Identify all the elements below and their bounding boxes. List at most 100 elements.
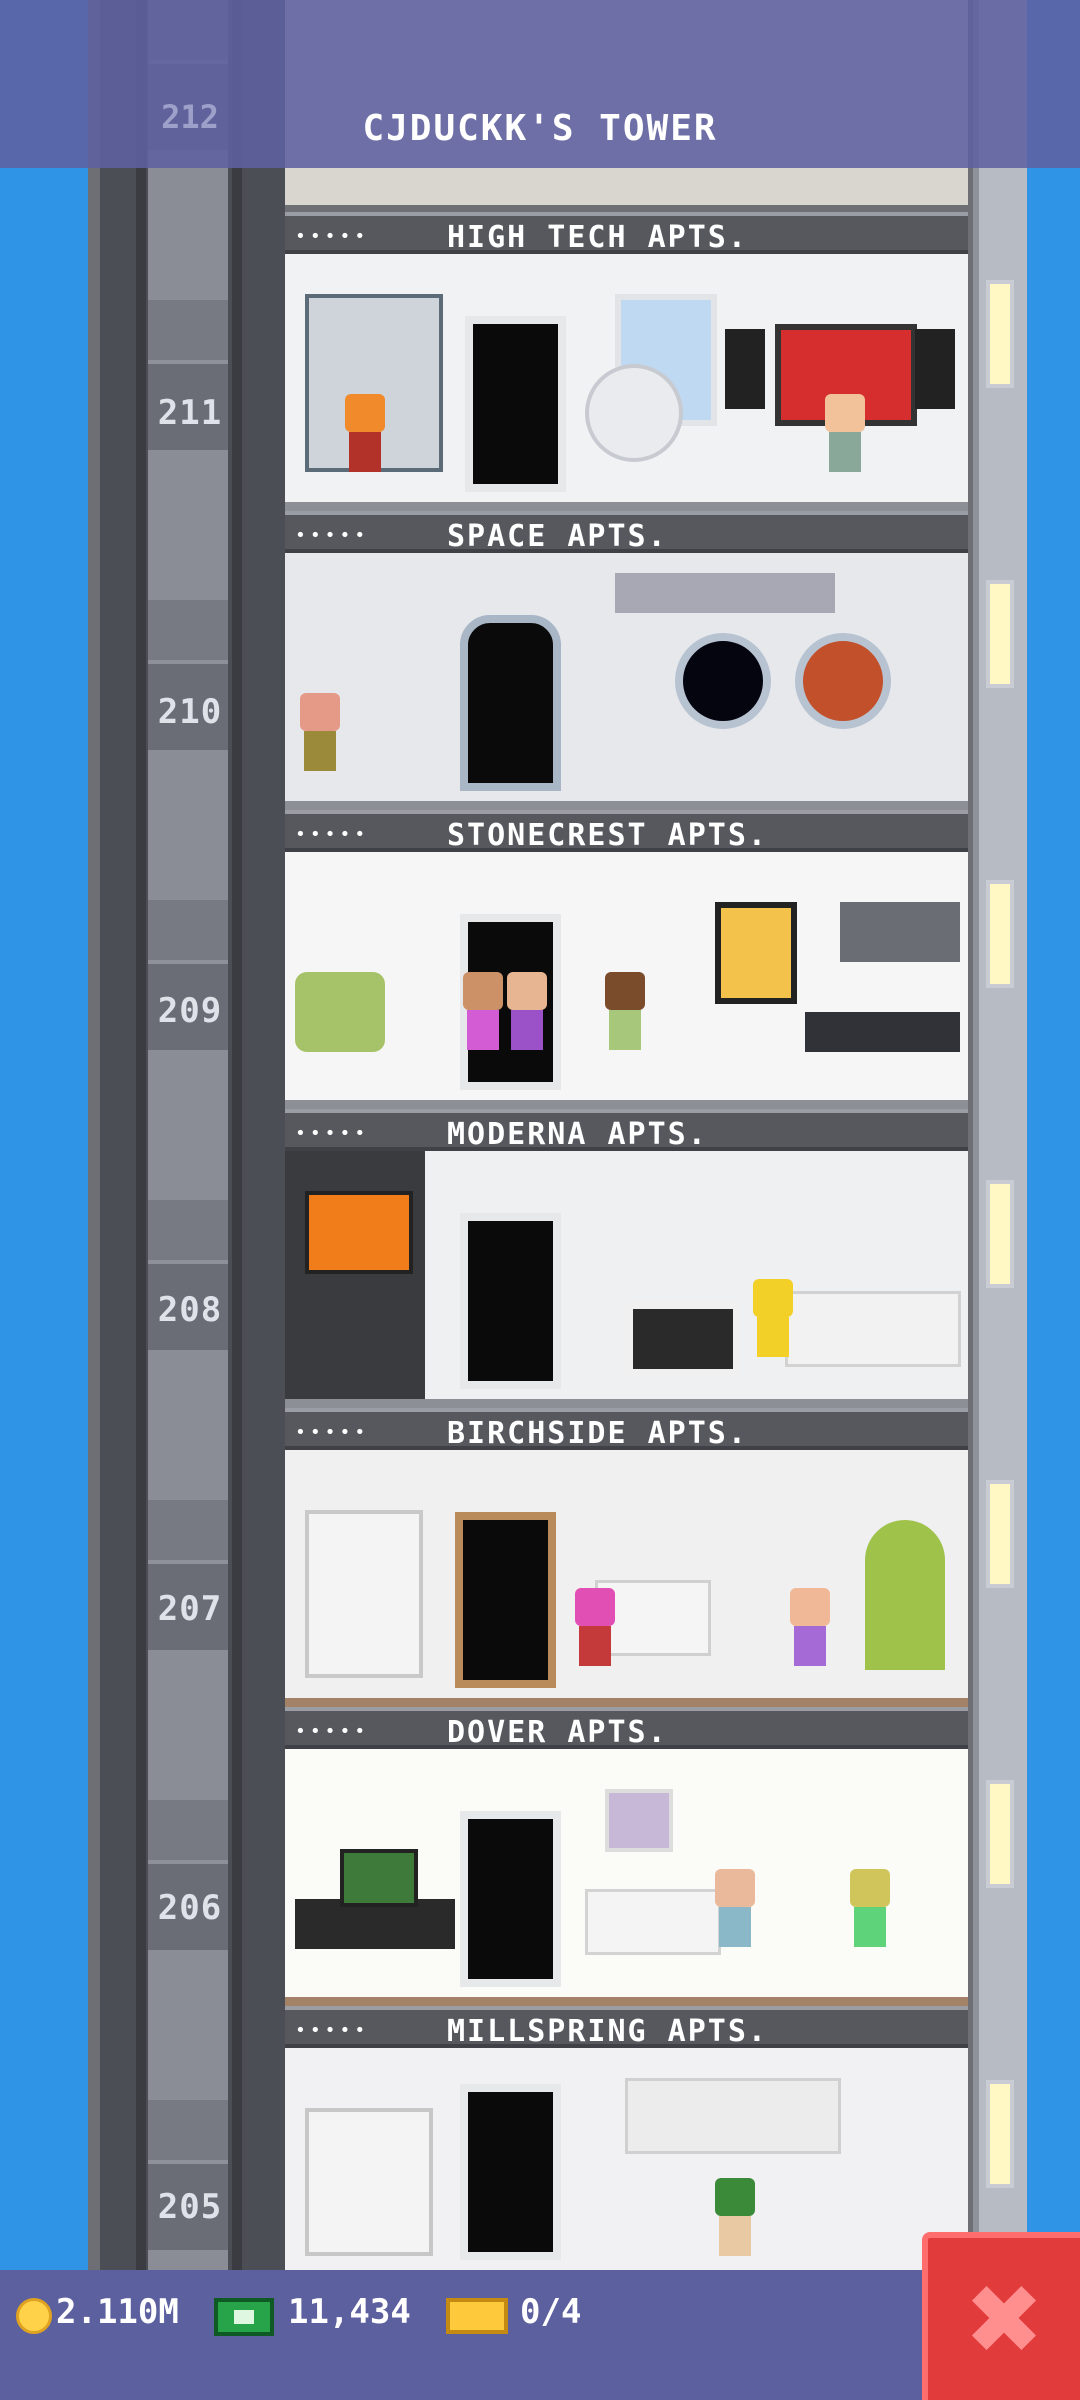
- floor-206[interactable]: ••••• DOVER APTS.: [285, 1707, 968, 2006]
- floor-number: 206: [157, 1888, 223, 1928]
- resident[interactable]: [790, 1588, 830, 1666]
- floor-base: [285, 1997, 968, 2006]
- wall-art: [605, 1789, 673, 1852]
- resident[interactable]: [715, 1869, 755, 1947]
- floor-209[interactable]: ••••• STONECREST APTS.: [285, 810, 968, 1109]
- floor-205[interactable]: ••••• MILLSPRING APTS.: [285, 2006, 968, 2270]
- tower-window: [986, 1780, 1014, 1888]
- tv-screen: [340, 1849, 418, 1907]
- floor-number: 205: [157, 2187, 223, 2227]
- tickets-count: 0/4: [520, 2292, 582, 2332]
- resident[interactable]: [825, 394, 865, 472]
- shelf-unit: [305, 2108, 433, 2256]
- wall-art: [715, 902, 797, 1004]
- kitchen-cabinets: [840, 902, 960, 962]
- floor-stars: •••••: [295, 1721, 370, 1742]
- elevator-rail: [136, 0, 146, 2270]
- sofa: [785, 1291, 961, 1367]
- elevator-track: [148, 0, 228, 2270]
- tower-window: [986, 280, 1014, 388]
- tower-window: [986, 2080, 1014, 2188]
- floor-number: 209: [157, 991, 223, 1031]
- tower-window: [986, 880, 1014, 988]
- top-bar: CJDUCKK'S TOWER: [0, 0, 1080, 168]
- resident[interactable]: [753, 1279, 793, 1357]
- floor-room: [285, 553, 968, 801]
- resident[interactable]: [300, 693, 340, 771]
- floor-base: [285, 1399, 968, 1408]
- apartment-door: [460, 1811, 561, 1987]
- floor-stars: •••••: [295, 226, 370, 247]
- accent-wall: [285, 1151, 425, 1399]
- floor-number: 211: [157, 393, 223, 433]
- floor-room: [285, 852, 968, 1100]
- elevator-rail: [232, 0, 242, 2270]
- coins-count: 2.110M: [56, 2292, 179, 2332]
- floor-stars: •••••: [295, 824, 370, 845]
- resident[interactable]: [715, 2178, 755, 2256]
- floor-number: 210: [157, 692, 223, 732]
- bookshelf: [305, 1510, 423, 1678]
- floor-number: 208: [157, 1290, 223, 1330]
- speaker: [915, 329, 955, 409]
- floor-room: [285, 1450, 968, 1698]
- ticket-icon: [446, 2298, 508, 2334]
- control-panel: [615, 573, 835, 613]
- status-bar: [0, 2270, 1080, 2400]
- floor-210[interactable]: ••••• SPACE APTS.: [285, 511, 968, 810]
- resident[interactable]: [345, 394, 385, 472]
- floor-sign: ••••• HIGH TECH APTS.: [285, 212, 968, 255]
- apartment-door: [460, 615, 561, 791]
- resident[interactable]: [605, 972, 645, 1050]
- porthole-window: [795, 633, 891, 729]
- cash-icon: [214, 2298, 274, 2336]
- porthole-window: [675, 633, 771, 729]
- floor-sign: ••••• MODERNA APTS.: [285, 1109, 968, 1152]
- floor-number: 207: [157, 1589, 223, 1629]
- floor-name: STONECREST APTS.: [447, 818, 768, 853]
- apartment-door: [455, 1512, 556, 1688]
- floor-sign: ••••• BIRCHSIDE APTS.: [285, 1408, 968, 1451]
- floor-room: [285, 1151, 968, 1399]
- apartment-door: [460, 2084, 561, 2260]
- floor-sign: ••••• DOVER APTS.: [285, 1707, 968, 1750]
- fireplace: [625, 1301, 741, 1377]
- floor-room: [285, 2048, 968, 2270]
- tower-window: [986, 1480, 1014, 1588]
- tower-window: [986, 580, 1014, 688]
- floor-sign: ••••• SPACE APTS.: [285, 511, 968, 554]
- floor-stars: •••••: [295, 1422, 370, 1443]
- kitchen-counter: [805, 1012, 960, 1052]
- dresser: [585, 1889, 721, 1955]
- resident[interactable]: [850, 1869, 890, 1947]
- floor-name: MILLSPRING APTS.: [447, 2014, 768, 2049]
- resident[interactable]: [575, 1588, 615, 1666]
- kitchen-cabinets: [625, 2078, 841, 2154]
- resident[interactable]: [507, 972, 547, 1050]
- floor-stars: •••••: [295, 1123, 370, 1144]
- floor-name: SPACE APTS.: [447, 519, 668, 554]
- floor-208[interactable]: ••••• MODERNA APTS.: [285, 1109, 968, 1408]
- coin-icon: [16, 2298, 52, 2334]
- apartment-door: [460, 1213, 561, 1389]
- floor-name: HIGH TECH APTS.: [447, 220, 748, 255]
- floor-211[interactable]: ••••• HIGH TECH APTS.: [285, 212, 968, 511]
- floor-stars: •••••: [295, 2020, 370, 2041]
- resident[interactable]: [463, 972, 503, 1050]
- floor-207[interactable]: ••••• BIRCHSIDE APTS.: [285, 1408, 968, 1707]
- wall-art: [305, 1191, 413, 1274]
- apartment-door: [465, 316, 566, 492]
- floor-room: [285, 254, 968, 502]
- floor-stars: •••••: [295, 525, 370, 546]
- floor-sign: ••••• MILLSPRING APTS.: [285, 2006, 968, 2049]
- floor-name: DOVER APTS.: [447, 1715, 668, 1750]
- floor-name: BIRCHSIDE APTS.: [447, 1416, 748, 1451]
- plant: [865, 1520, 945, 1670]
- armchair: [295, 972, 385, 1052]
- floor-room: [285, 1749, 968, 1997]
- floor-name: MODERNA APTS.: [447, 1117, 708, 1152]
- close-button[interactable]: ✖: [922, 2232, 1080, 2400]
- floor-base: [285, 801, 968, 810]
- floor-sign: ••••• STONECREST APTS.: [285, 810, 968, 853]
- close-icon: ✖: [963, 2264, 1045, 2376]
